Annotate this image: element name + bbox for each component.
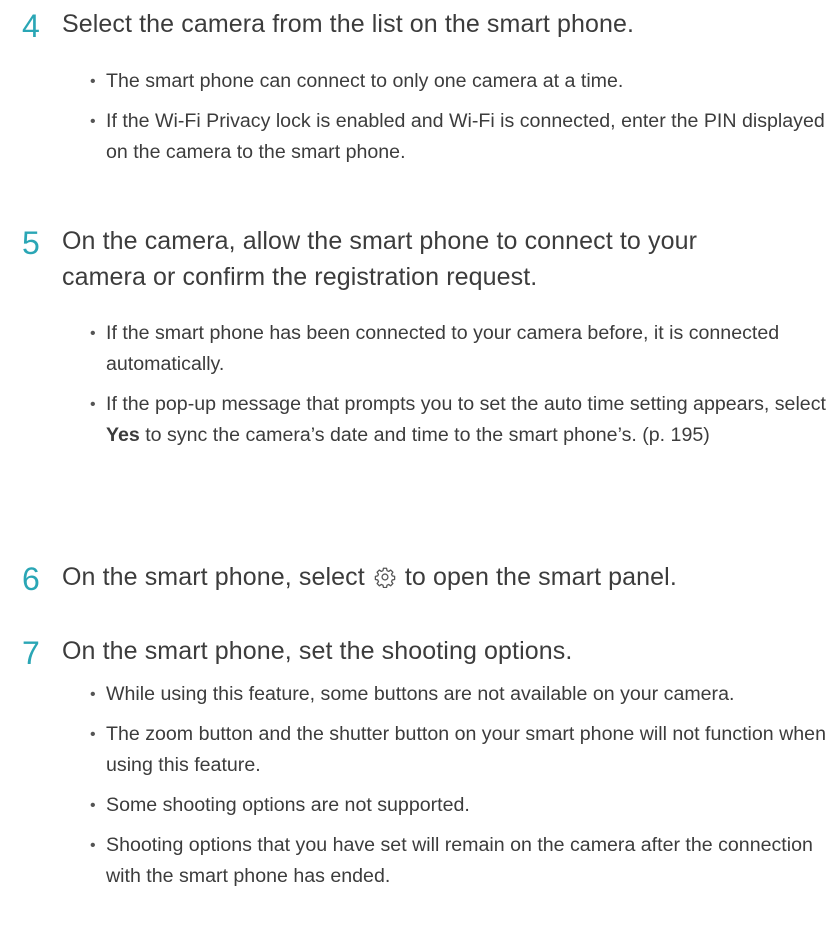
step-number: 6: [22, 561, 40, 597]
list-item: • While using this feature, some buttons…: [90, 679, 835, 710]
list-item: • Some shooting options are not supporte…: [90, 790, 835, 821]
bullet-text: Shooting options that you have set will …: [106, 834, 813, 887]
bullet-text: If the Wi-Fi Privacy lock is enabled and…: [106, 110, 825, 163]
bullet-text: While using this feature, some buttons a…: [106, 683, 735, 705]
bullet-icon: •: [90, 396, 96, 413]
bullet-text: If the pop-up message that prompts you t…: [106, 393, 826, 446]
step-number: 4: [22, 8, 40, 44]
yes-label: Yes: [106, 424, 140, 446]
bullet-text: If the smart phone has been connected to…: [106, 322, 780, 375]
list-item: • If the pop-up message that prompts you…: [90, 389, 835, 451]
bullet-text: The smart phone can connect to only one …: [106, 70, 624, 92]
list-item: • Shooting options that you have set wil…: [90, 830, 835, 892]
step-7-bullets: • While using this feature, some buttons…: [90, 679, 835, 892]
bullet-icon: •: [90, 837, 96, 854]
list-item: • If the Wi-Fi Privacy lock is enabled a…: [90, 106, 835, 168]
step-title: On the smart phone, select to open the s…: [62, 563, 677, 591]
step-title: On the smart phone, set the shooting opt…: [62, 637, 573, 665]
step-number: 5: [22, 225, 40, 261]
bullet-icon: •: [90, 325, 96, 342]
list-item: • If the smart phone has been connected …: [90, 318, 835, 380]
step-4-bullets: • The smart phone can connect to only on…: [90, 66, 835, 168]
bullet-icon: •: [90, 113, 96, 130]
step-title: On the camera, allow the smart phone to …: [62, 227, 698, 291]
bullet-text: The zoom button and the shutter button o…: [106, 723, 826, 776]
bullet-icon: •: [90, 726, 96, 743]
bullet-text: Some shooting options are not supported.: [106, 794, 470, 816]
bullet-icon: •: [90, 686, 96, 703]
list-item: • The smart phone can connect to only on…: [90, 66, 835, 97]
step-title: Select the camera from the list on the s…: [62, 10, 635, 38]
gear-icon: [374, 567, 396, 588]
manual-page: 4 Select the camera from the list on the…: [0, 0, 837, 932]
bullet-icon: •: [90, 797, 96, 814]
step-number: 7: [22, 635, 40, 671]
list-item: • The zoom button and the shutter button…: [90, 719, 835, 781]
step-5-bullets: • If the smart phone has been connected …: [90, 318, 835, 451]
bullet-icon: •: [90, 73, 96, 90]
